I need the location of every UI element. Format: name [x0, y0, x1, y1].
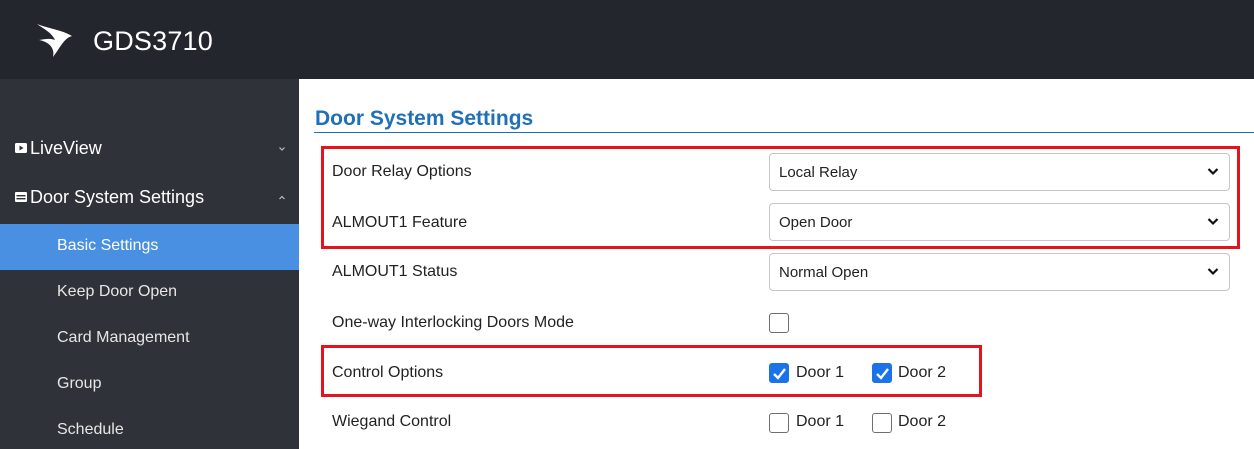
top-bar: GDS3710: [0, 0, 1254, 79]
sidebar-item-label: Schedule: [57, 421, 124, 438]
sidebar-item-group[interactable]: Group: [0, 362, 299, 408]
sidebar-item-schedule[interactable]: Schedule: [0, 408, 299, 449]
sidebar-item-basic-settings[interactable]: Basic Settings: [0, 224, 299, 270]
highlight-box-relay-feature: [321, 146, 1240, 249]
sidebar-item-label: Group: [57, 375, 102, 392]
door-settings-icon: [15, 192, 27, 202]
title-divider: [314, 132, 1254, 133]
grandstream-logo-icon: [37, 24, 72, 57]
app-title: GDS3710: [93, 26, 213, 56]
interlocking-mode-checkbox[interactable]: [769, 313, 789, 333]
wiegand-door1-checkbox[interactable]: [769, 413, 789, 433]
sidebar-item-label: Door System Settings: [30, 187, 205, 207]
select-value: Normal Open: [779, 264, 869, 281]
wiegand-door2-checkbox[interactable]: [872, 413, 892, 433]
almout1-status-label: ALMOUT1 Status: [332, 263, 458, 280]
sidebar-item-label: Basic Settings: [57, 237, 159, 254]
interlocking-mode-label: One-way Interlocking Doors Mode: [332, 314, 574, 331]
wiegand-control-label: Wiegand Control: [332, 413, 452, 430]
sidebar-item-door-system-settings[interactable]: Door System Settings: [0, 175, 299, 221]
sidebar-item-keep-door-open[interactable]: Keep Door Open: [0, 270, 299, 316]
sidebar: LiveView Door System Settings Basic Sett…: [0, 79, 299, 449]
page-title: Door System Settings: [315, 107, 534, 130]
sidebar-item-label: Keep Door Open: [57, 283, 178, 300]
sidebar-item-label: LiveView: [30, 138, 102, 158]
chevron-up-icon: [279, 195, 285, 200]
almout1-status-select[interactable]: Normal Open: [769, 253, 1230, 291]
chevron-down-icon: [1207, 268, 1219, 276]
highlight-box-control-options: [321, 345, 982, 397]
chevron-down-icon: [279, 147, 285, 151]
wiegand-door2-label: Door 2: [898, 413, 947, 430]
sidebar-item-liveview[interactable]: LiveView: [0, 124, 299, 170]
sidebar-item-label: Card Management: [57, 329, 190, 346]
video-icon: [15, 143, 27, 153]
wiegand-door1-label: Door 1: [796, 413, 845, 430]
sidebar-item-card-management[interactable]: Card Management: [0, 316, 299, 362]
main-content: Door System Settings Door Relay Options …: [299, 79, 1254, 449]
